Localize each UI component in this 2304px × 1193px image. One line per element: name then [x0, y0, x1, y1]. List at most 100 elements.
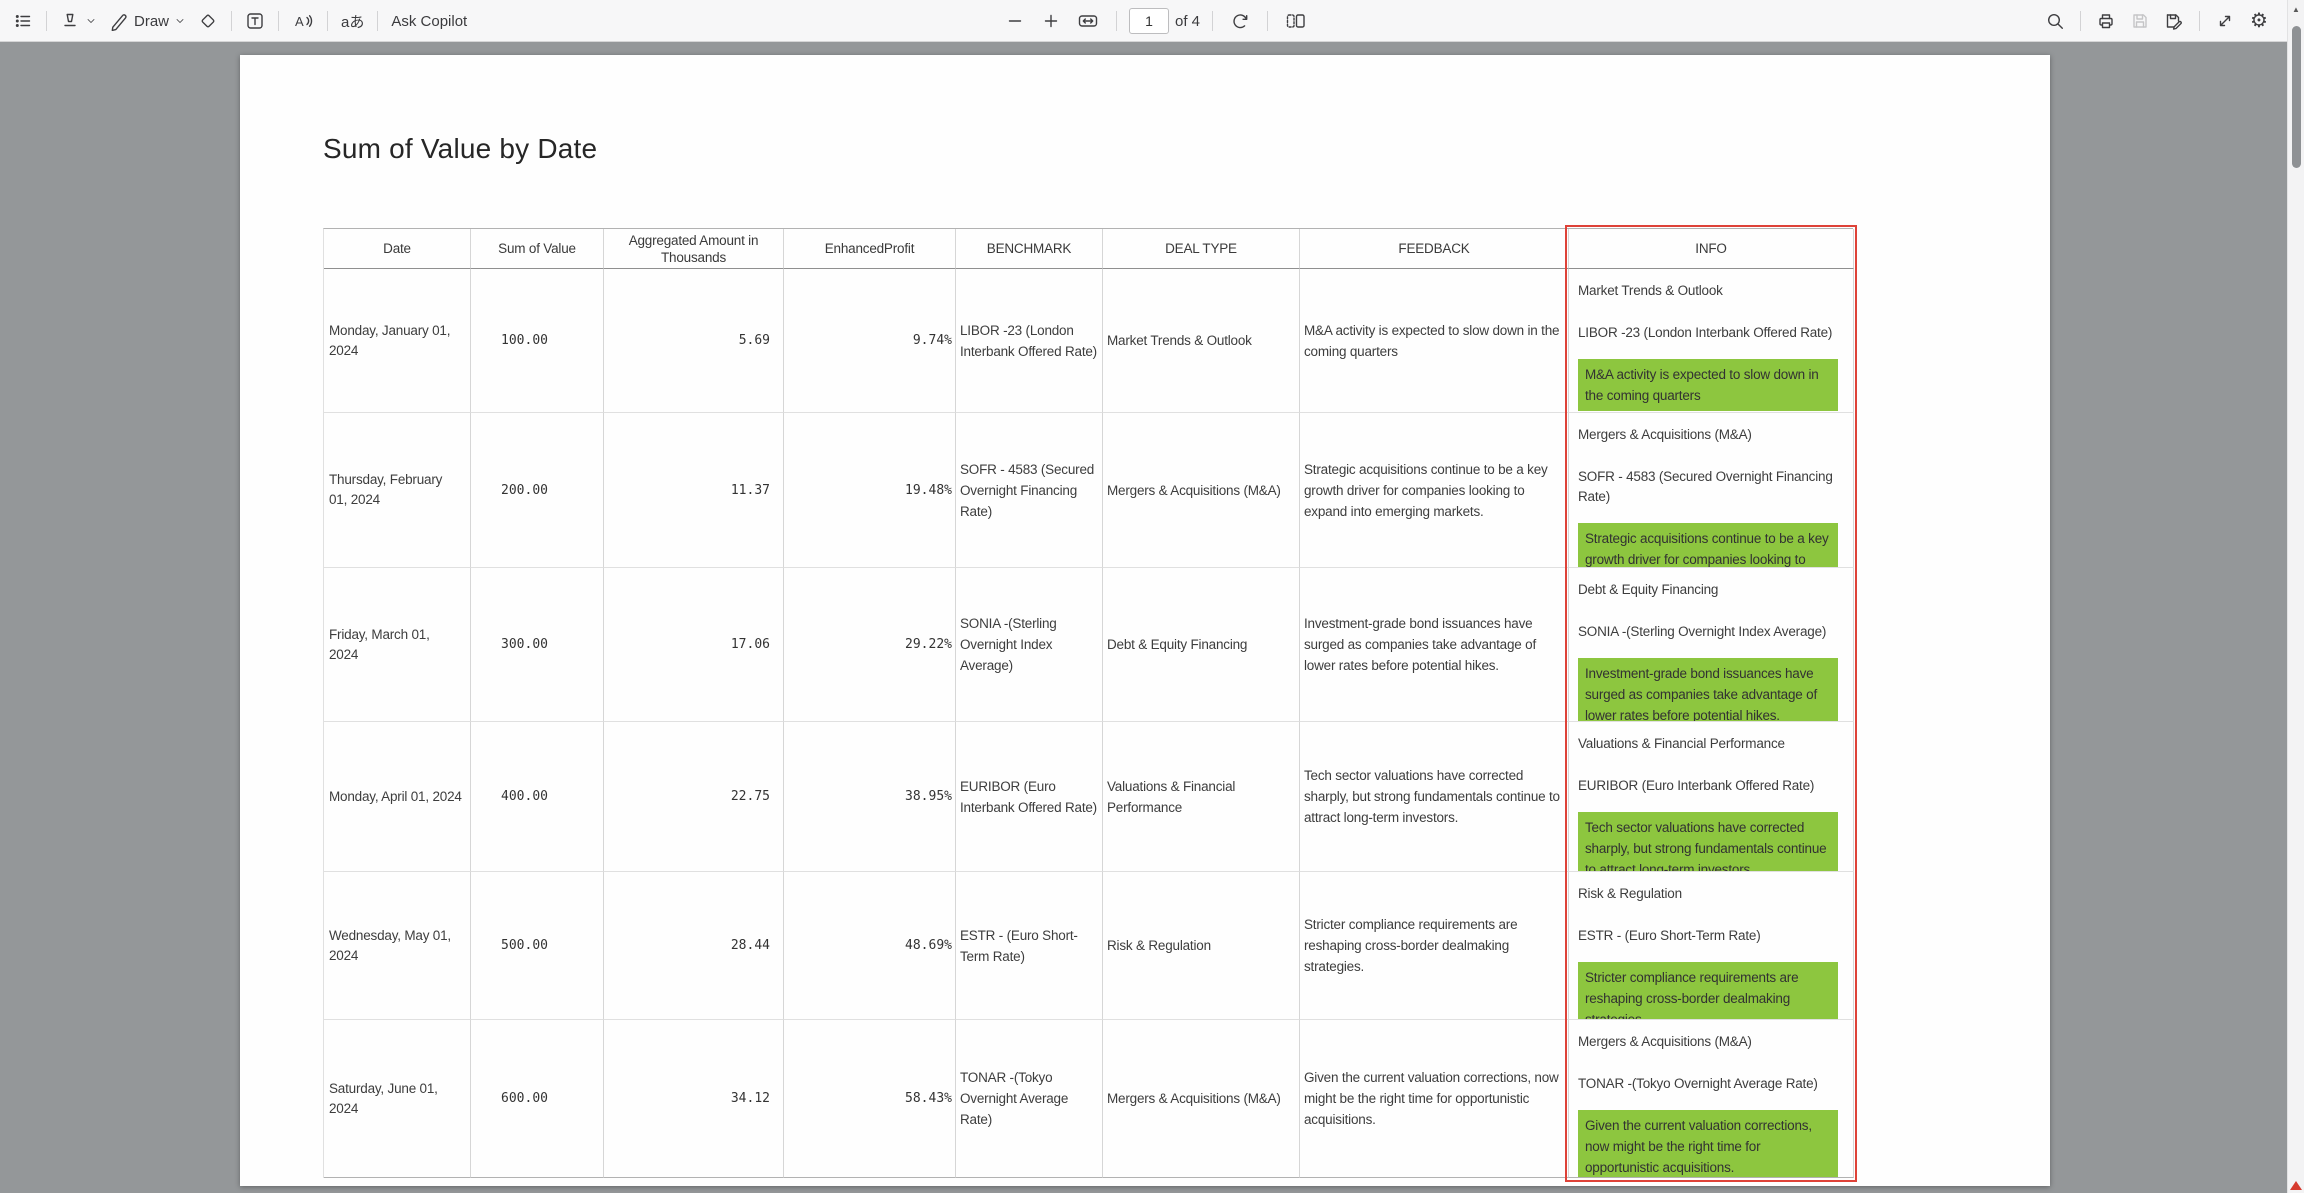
cell-benchmark: EURIBOR (Euro Interbank Offered Rate)	[956, 722, 1103, 872]
rotate-button[interactable]	[1225, 6, 1255, 36]
cell-enhanced-profit: 58.43%	[784, 1020, 956, 1178]
info-benchmark: SOFR - 4583 (Secured Overnight Financing…	[1578, 467, 1844, 507]
print-icon	[2096, 11, 2116, 31]
fit-width-icon	[1077, 11, 1099, 31]
cell-aggregated-amount: 5.69	[604, 269, 784, 413]
fullscreen-icon	[2215, 11, 2235, 31]
toolbar-divider	[1212, 11, 1213, 31]
column-header: DEAL TYPE	[1103, 229, 1300, 269]
settings-button[interactable]: ⚙	[2244, 6, 2274, 36]
info-feedback-highlight: M&A activity is expected to slow down in…	[1578, 359, 1838, 411]
page-count-label: of 4	[1175, 13, 1200, 30]
highlight-button[interactable]	[55, 6, 102, 36]
translate-button[interactable]: aあ	[336, 6, 369, 36]
menu-icon	[13, 11, 33, 31]
gear-icon: ⚙	[2250, 11, 2268, 31]
cell-enhanced-profit: 9.74%	[784, 269, 956, 413]
cell-date: Monday, January 01, 2024	[324, 269, 471, 413]
info-benchmark: LIBOR -23 (London Interbank Offered Rate…	[1578, 323, 1832, 343]
cell-aggregated-amount: 17.06	[604, 568, 784, 722]
save-icon	[2130, 11, 2150, 31]
page-title: Sum of Value by Date	[323, 133, 597, 165]
cell-enhanced-profit: 38.95%	[784, 722, 956, 872]
cell-info: Risk & RegulationESTR - (Euro Short-Term…	[1569, 872, 1854, 1020]
save-as-icon	[2164, 11, 2184, 31]
toolbar-divider	[2199, 11, 2200, 31]
draw-label: Draw	[134, 13, 169, 30]
toolbar-divider	[278, 11, 279, 31]
vertical-scrollbar[interactable]: ▲	[2287, 0, 2304, 1193]
read-aloud-button[interactable]: A	[287, 6, 319, 36]
chevron-down-icon	[174, 15, 186, 27]
toolbar-right-group: ⚙	[2040, 0, 2274, 42]
column-header: Aggregated Amount in Thousands	[604, 229, 784, 269]
column-header: BENCHMARK	[956, 229, 1103, 269]
cell-date: Friday, March 01, 2024	[324, 568, 471, 722]
info-feedback-highlight: Given the current valuation corrections,…	[1578, 1110, 1838, 1178]
zoom-out-button[interactable]	[1000, 6, 1030, 36]
search-icon	[2045, 11, 2065, 31]
column-header: EnhancedProfit	[784, 229, 956, 269]
ask-copilot-button[interactable]: Ask Copilot	[386, 6, 472, 36]
cell-info: Debt & Equity FinancingSONIA -(Sterling …	[1569, 568, 1854, 722]
page-view-button[interactable]	[1280, 6, 1312, 36]
info-feedback-highlight: Investment-grade bond issuances have sur…	[1578, 658, 1838, 722]
cell-date: Thursday, February 01, 2024	[324, 413, 471, 568]
cell-sum-of-value: 500.00	[471, 872, 604, 1020]
column-header: Sum of Value	[471, 229, 604, 269]
cell-feedback: Given the current valuation corrections,…	[1300, 1020, 1569, 1178]
pdf-toolbar: Draw A	[0, 0, 2304, 42]
cell-enhanced-profit: 29.22%	[784, 568, 956, 722]
cell-deal-type: Debt & Equity Financing	[1103, 568, 1300, 722]
cell-info: Valuations & Financial PerformanceEURIBO…	[1569, 722, 1854, 872]
cell-aggregated-amount: 22.75	[604, 722, 784, 872]
cell-deal-type: Risk & Regulation	[1103, 872, 1300, 1020]
plus-icon	[1041, 11, 1061, 31]
cell-benchmark: TONAR -(Tokyo Overnight Average Rate)	[956, 1020, 1103, 1178]
data-table: DateSum of ValueAggregated Amount in Tho…	[323, 228, 1853, 1178]
cell-sum-of-value: 400.00	[471, 722, 604, 872]
cell-info: Mergers & Acquisitions (M&A)SOFR - 4583 …	[1569, 413, 1854, 568]
toolbar-divider	[1267, 11, 1268, 31]
highlighter-icon	[60, 11, 80, 31]
cell-deal-type: Market Trends & Outlook	[1103, 269, 1300, 413]
cell-feedback: M&A activity is expected to slow down in…	[1300, 269, 1569, 413]
search-button[interactable]	[2040, 6, 2070, 36]
draw-button[interactable]: Draw	[104, 6, 191, 36]
cell-feedback: Tech sector valuations have corrected sh…	[1300, 722, 1569, 872]
view-options-button[interactable]	[8, 6, 38, 36]
cell-date: Saturday, June 01, 2024	[324, 1020, 471, 1178]
rotate-icon	[1230, 11, 1250, 31]
print-button[interactable]	[2091, 6, 2121, 36]
chevron-down-icon	[85, 15, 97, 27]
cell-aggregated-amount: 34.12	[604, 1020, 784, 1178]
cell-date: Monday, April 01, 2024	[324, 722, 471, 872]
info-category: Mergers & Acquisitions (M&A)	[1578, 1032, 1752, 1052]
save-button	[2125, 6, 2155, 36]
info-feedback-highlight: Strategic acquisitions continue to be a …	[1578, 523, 1838, 568]
column-header: Date	[324, 229, 471, 269]
cell-sum-of-value: 200.00	[471, 413, 604, 568]
add-text-button[interactable]	[240, 6, 270, 36]
fullscreen-button[interactable]	[2210, 6, 2240, 36]
minus-icon	[1005, 11, 1025, 31]
fit-to-width-button[interactable]	[1072, 6, 1104, 36]
cell-deal-type: Mergers & Acquisitions (M&A)	[1103, 413, 1300, 568]
cell-benchmark: LIBOR -23 (London Interbank Offered Rate…	[956, 269, 1103, 413]
zoom-in-button[interactable]	[1036, 6, 1066, 36]
pdf-page: Sum of Value by Date DateSum of ValueAgg…	[240, 55, 2050, 1186]
cell-benchmark: ESTR - (Euro Short-Term Rate)	[956, 872, 1103, 1020]
info-feedback-highlight: Tech sector valuations have corrected sh…	[1578, 812, 1838, 872]
scroll-up-icon[interactable]: ▲	[2288, 5, 2304, 14]
scrollbar-marker	[2290, 1181, 2302, 1190]
cell-deal-type: Mergers & Acquisitions (M&A)	[1103, 1020, 1300, 1178]
cell-sum-of-value: 100.00	[471, 269, 604, 413]
info-category: Risk & Regulation	[1578, 884, 1682, 904]
page-number-input[interactable]	[1129, 8, 1169, 34]
scrollbar-thumb[interactable]	[2292, 26, 2301, 168]
cell-sum-of-value: 300.00	[471, 568, 604, 722]
erase-button[interactable]	[193, 6, 223, 36]
cell-info: Mergers & Acquisitions (M&A)TONAR -(Toky…	[1569, 1020, 1854, 1178]
info-feedback-highlight: Stricter compliance requirements are res…	[1578, 962, 1838, 1020]
save-as-button[interactable]	[2159, 6, 2189, 36]
